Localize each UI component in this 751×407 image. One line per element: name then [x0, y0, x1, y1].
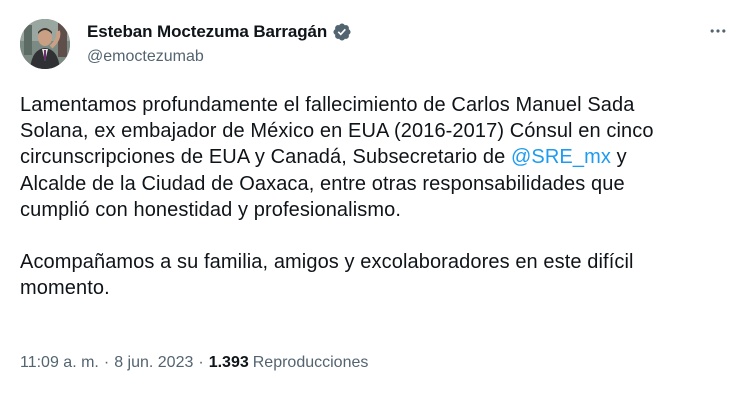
views-label[interactable]: Reproducciones: [253, 354, 369, 372]
more-options-button[interactable]: [707, 20, 729, 42]
tweet-text-line: Acompañamos a su familia, amigos y excol…: [20, 251, 634, 274]
tweet-meta: 11:09 a. m. · 8 jun. 2023 · 1.393 Reprod…: [20, 354, 368, 372]
tweet-text-line: Alcalde de la Ciudad de Oaxaca, entre ot…: [20, 172, 625, 195]
tweet-time[interactable]: 11:09 a. m.: [20, 354, 99, 372]
tweet-text-line: cumplió con honestidad y profesionalismo…: [20, 198, 401, 221]
avatar-photo: [20, 19, 70, 69]
tweet-date[interactable]: 8 jun. 2023: [114, 354, 193, 372]
author-block: Esteban Moctezuma Barragán @emoctezumab: [87, 22, 352, 66]
tweet-text-line: Lamentamos profundamente el fallecimient…: [20, 94, 635, 116]
tweet-card: Esteban Moctezuma Barragán @emoctezumab …: [0, 0, 751, 407]
tweet-text-segment: circunscripciones de EUA y Canadá, Subse…: [20, 146, 512, 169]
author-display-name[interactable]: Esteban Moctezuma Barragán: [87, 22, 327, 42]
tweet-text-line: circunscripciones de EUA y Canadá, Subse…: [20, 144, 725, 170]
tweet-text: Lamentamos profundamente el fallecimient…: [20, 92, 725, 302]
author-name-row: Esteban Moctezuma Barragán: [87, 22, 352, 42]
verified-badge-icon[interactable]: [332, 22, 352, 42]
author-handle[interactable]: @emoctezumab: [87, 48, 352, 66]
meta-separator: ·: [198, 354, 204, 371]
tweet-text-segment: y: [610, 146, 627, 169]
avatar[interactable]: [20, 19, 70, 69]
tweet-text-line: momento.: [20, 277, 110, 300]
views-count: 1.393: [208, 354, 249, 371]
mention-link[interactable]: @SRE_mx: [511, 146, 611, 168]
meta-separator: ·: [103, 354, 110, 371]
tweet-text-line: Solana, ex embajador de México en EUA (2…: [20, 120, 654, 143]
more-options-icon: [710, 29, 726, 33]
